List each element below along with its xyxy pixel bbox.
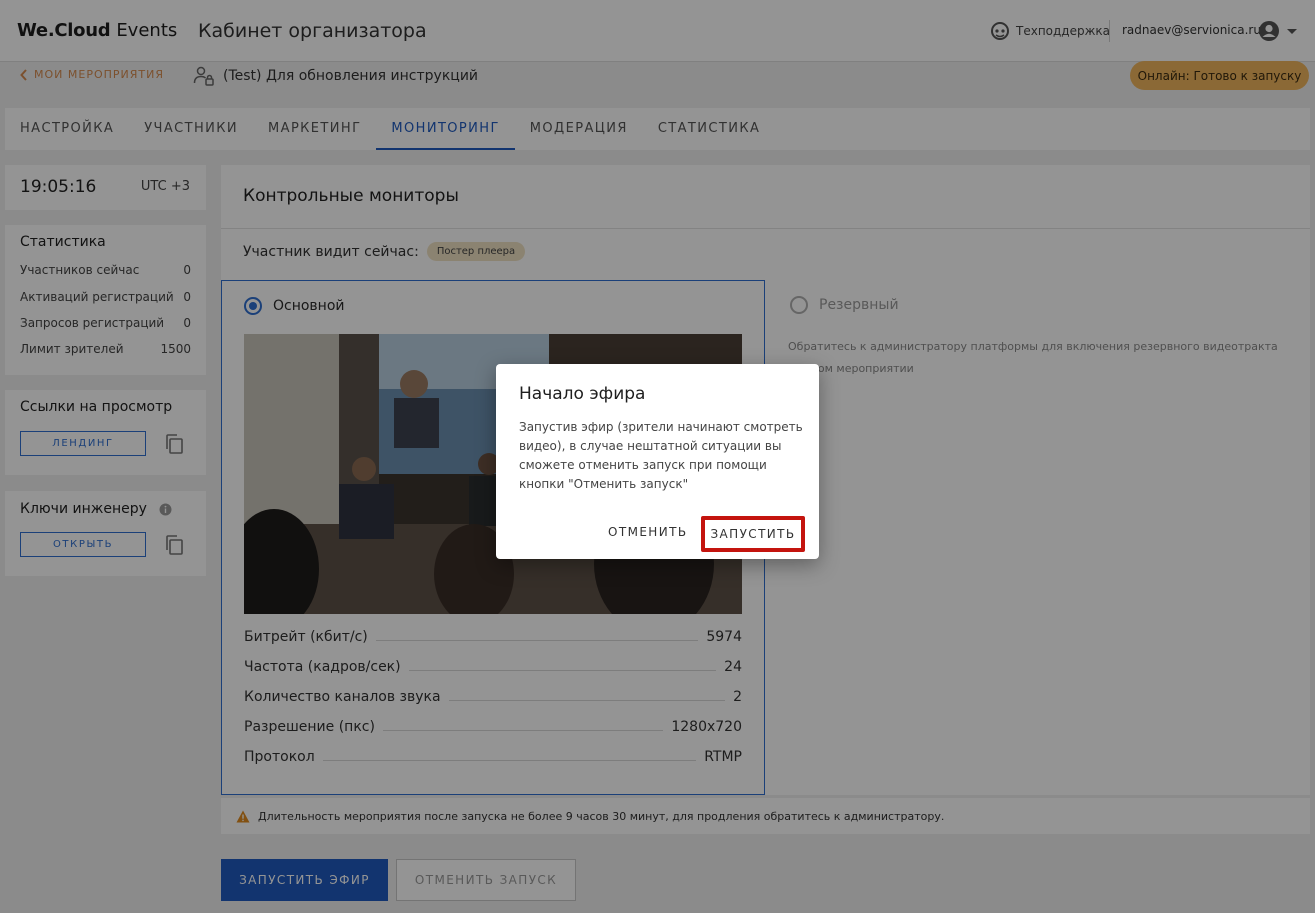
dialog-cancel-button[interactable]: ОТМЕНИТЬ — [608, 525, 687, 539]
start-stream-dialog: Начало эфира Запустив эфир (зрители начи… — [496, 364, 819, 559]
dialog-confirm-button[interactable]: ЗАПУСТИТЬ — [701, 516, 805, 552]
dialog-title: Начало эфира — [519, 384, 646, 404]
dialog-message: Запустив эфир (зрители начинают смотреть… — [519, 420, 803, 491]
